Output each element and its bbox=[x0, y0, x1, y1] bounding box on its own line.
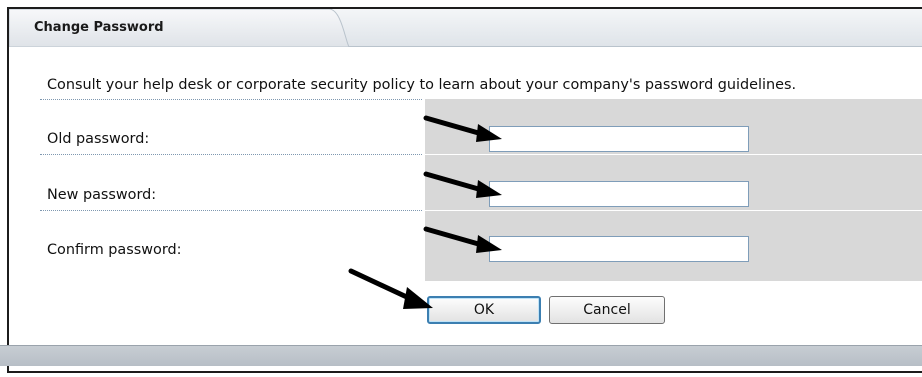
confirm-password-field[interactable] bbox=[489, 236, 749, 262]
dialog-footer bbox=[0, 345, 922, 366]
confirm-password-label: Confirm password: bbox=[47, 242, 182, 258]
row-separator bbox=[40, 210, 422, 211]
ok-button[interactable]: OK bbox=[427, 296, 541, 324]
new-password-field[interactable] bbox=[489, 181, 749, 207]
dialog-title: Change Password bbox=[34, 20, 164, 35]
arrow-pointer-icon bbox=[423, 115, 502, 142]
old-password-field[interactable] bbox=[489, 126, 749, 152]
new-password-label: New password: bbox=[47, 187, 157, 203]
arrow-pointer-icon bbox=[423, 171, 502, 198]
panel-divider bbox=[425, 154, 922, 155]
arrow-pointer-icon bbox=[348, 268, 433, 309]
dialog-header: Change Password bbox=[9, 9, 922, 47]
old-password-label: Old password: bbox=[47, 131, 150, 147]
row-separator bbox=[40, 99, 422, 100]
row-separator bbox=[40, 154, 422, 155]
intro-text: Consult your help desk or corporate secu… bbox=[47, 77, 797, 93]
arrow-pointer-icon bbox=[423, 226, 502, 253]
cancel-button[interactable]: Cancel bbox=[549, 296, 665, 324]
panel-divider bbox=[425, 210, 922, 211]
